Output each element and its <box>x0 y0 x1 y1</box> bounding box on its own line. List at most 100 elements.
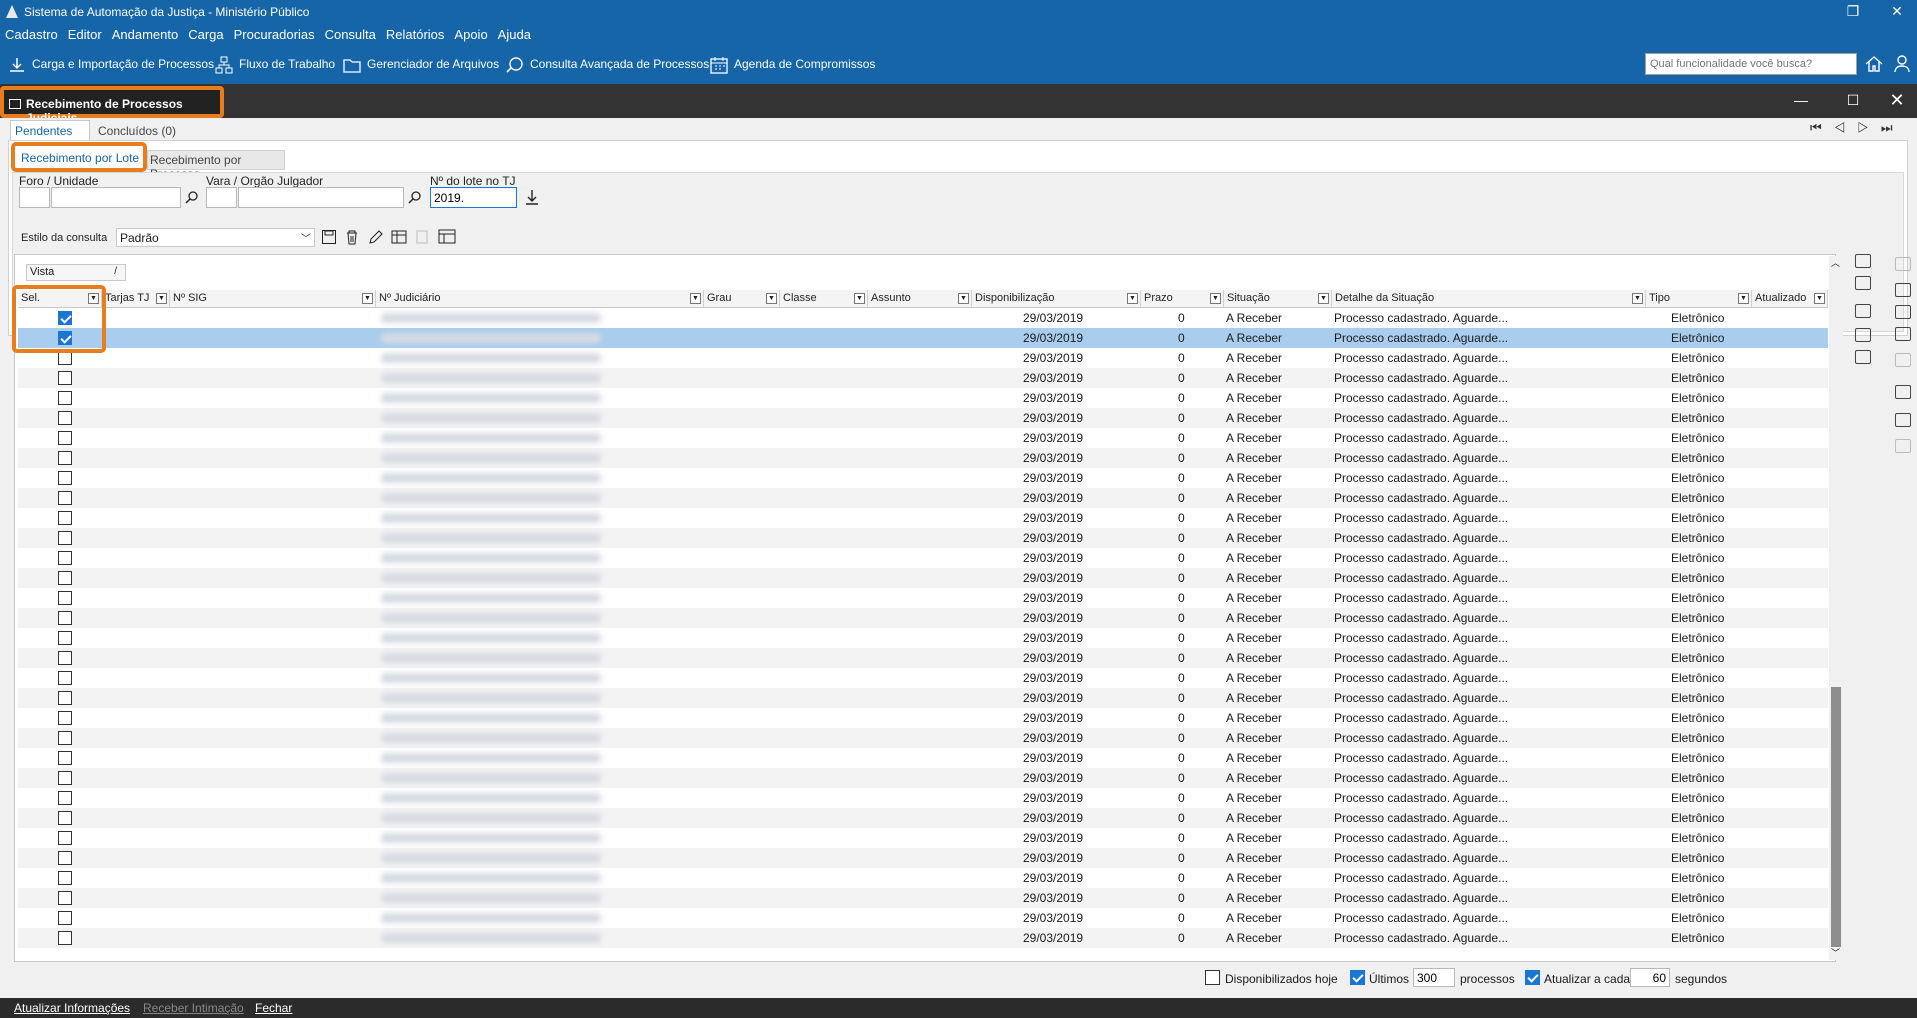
columns-icon[interactable] <box>391 229 407 245</box>
user-icon[interactable] <box>1893 54 1913 74</box>
table-row[interactable]: 29/03/2019 0 A Receber Processo cadastrado.… <box>18 788 1828 808</box>
table-row[interactable]: 29/03/2019 0 A Receber Processo cadastrado.… <box>18 388 1828 408</box>
column-header-prazo[interactable]: Prazo ▼ <box>1141 290 1224 308</box>
table-row[interactable]: 29/03/2019 0 A Receber Processo cadastrado.… <box>18 488 1828 508</box>
column-header-atualizado[interactable]: Atualizado ▼ <box>1752 290 1828 308</box>
table-row[interactable]: 29/03/2019 0 A Receber Processo cadastrado.… <box>18 588 1828 608</box>
prev-page-icon[interactable]: ◁ <box>1834 120 1858 135</box>
column-filter-dropdown-icon[interactable]: ▼ <box>854 293 865 304</box>
table-row[interactable]: 29/03/2019 0 A Receber Processo cadastrado.… <box>18 448 1828 468</box>
vara-search-icon[interactable] <box>408 190 422 204</box>
row-select-checkbox[interactable] <box>58 471 72 485</box>
menu-carga[interactable]: Carga <box>183 24 228 42</box>
row-select-checkbox[interactable] <box>58 411 72 425</box>
column-header-detalhe[interactable]: Detalhe da Situação ▼ <box>1332 290 1646 308</box>
menu-procuradorias[interactable]: Procuradorias <box>229 24 320 42</box>
row-select-checkbox[interactable] <box>58 391 72 405</box>
disponibilizados-checkbox[interactable] <box>1205 970 1220 985</box>
row-select-checkbox[interactable] <box>58 571 72 585</box>
column-filter-dropdown-icon[interactable]: ▼ <box>362 293 373 304</box>
consulta-button[interactable]: Consulta Avançada de Processos <box>506 54 709 76</box>
row-select-checkbox[interactable] <box>58 911 72 925</box>
vara-code-input[interactable] <box>206 187 237 208</box>
atualizar-informacoes-link[interactable]: Atualizar Informações <box>14 1001 130 1015</box>
column-filter-dropdown-icon[interactable]: ▼ <box>156 293 167 304</box>
grid-view-icon[interactable] <box>1855 304 1871 318</box>
minimize-doc-button[interactable]: — <box>1784 89 1818 113</box>
close-doc-button[interactable]: ✕ <box>1880 89 1914 113</box>
foro-name-input[interactable] <box>51 187 181 208</box>
save-icon[interactable] <box>321 229 337 245</box>
export-icon[interactable] <box>1855 350 1871 364</box>
maximize-doc-button[interactable]: ☐ <box>1836 89 1870 113</box>
column-header-classe[interactable]: Classe ▼ <box>780 290 868 308</box>
menu-ajuda[interactable]: Ajuda <box>493 24 536 42</box>
column-header-grau[interactable]: Grau ▼ <box>704 290 780 308</box>
row-select-checkbox[interactable] <box>58 871 72 885</box>
close-window-button[interactable]: ✕ <box>1880 0 1914 24</box>
table-row[interactable]: 29/03/2019 0 A Receber Processo cadastrado.… <box>18 748 1828 768</box>
table-row[interactable]: 29/03/2019 0 A Receber Processo cadastrado.… <box>18 688 1828 708</box>
table-row[interactable]: 29/03/2019 0 A Receber Processo cadastrado.… <box>18 708 1828 728</box>
table-row[interactable]: 29/03/2019 0 A Receber Processo cadastrado.… <box>18 768 1828 788</box>
column-filter-dropdown-icon[interactable]: ▼ <box>1738 293 1749 304</box>
row-select-checkbox[interactable] <box>58 931 72 945</box>
column-header-situacao[interactable]: Situação ▼ <box>1224 290 1332 308</box>
download-lote-icon[interactable] <box>525 188 539 206</box>
tab-concluidos[interactable]: Concluídos (0) <box>94 121 180 141</box>
column-header-tarjas[interactable]: Tarjas TJ ▼ <box>102 290 170 308</box>
row-select-checkbox[interactable] <box>58 491 72 505</box>
table-row[interactable]: 29/03/2019 0 A Receber Processo cadastrado.… <box>18 408 1828 428</box>
query-style-select[interactable]: Padrão ﹀ <box>116 228 315 247</box>
row-select-checkbox[interactable] <box>58 311 72 325</box>
table-row[interactable]: 29/03/2019 0 A Receber Processo cadastrado.… <box>18 328 1828 348</box>
foro-code-input[interactable] <box>19 187 50 208</box>
home-icon[interactable] <box>1864 54 1884 74</box>
table-row[interactable]: 29/03/2019 0 A Receber Processo cadastrado.… <box>18 568 1828 588</box>
row-select-checkbox[interactable] <box>58 631 72 645</box>
fechar-link[interactable]: Fechar <box>255 1001 292 1015</box>
table-row[interactable]: 29/03/2019 0 A Receber Processo cadastrado.… <box>18 828 1828 848</box>
table-row[interactable]: 29/03/2019 0 A Receber Processo cadastrado.… <box>18 648 1828 668</box>
search-doc-icon[interactable] <box>1895 413 1911 427</box>
doc-check-icon[interactable] <box>1895 283 1911 297</box>
row-select-checkbox[interactable] <box>58 451 72 465</box>
row-select-checkbox[interactable] <box>58 591 72 605</box>
table-row[interactable]: 29/03/2019 0 A Receber Processo cadastrado.… <box>18 348 1828 368</box>
row-select-checkbox[interactable] <box>58 431 72 445</box>
row-select-checkbox[interactable] <box>58 711 72 725</box>
vista-group-box[interactable]: Vista / <box>26 264 126 281</box>
column-header-disponibilizacao[interactable]: Disponibilização ▼ <box>972 290 1141 308</box>
agenda-button[interactable]: Agenda de Compromissos <box>710 54 875 76</box>
edit-icon[interactable] <box>368 229 384 245</box>
column-filter-dropdown-icon[interactable]: ▼ <box>1127 293 1138 304</box>
table-row[interactable]: 29/03/2019 0 A Receber Processo cadastrado.… <box>18 928 1828 948</box>
atualizar-checkbox[interactable] <box>1525 970 1540 985</box>
row-select-checkbox[interactable] <box>58 371 72 385</box>
row-select-checkbox[interactable] <box>58 511 72 525</box>
menu-apoio[interactable]: Apoio <box>449 24 492 42</box>
menu-andamento[interactable]: Andamento <box>107 24 184 42</box>
column-header-sig[interactable]: Nº SIG ▼ <box>170 290 376 308</box>
table-row[interactable]: 29/03/2019 0 A Receber Processo cadastrado.… <box>18 548 1828 568</box>
subtab-processo[interactable]: Recebimento por Processo <box>147 150 285 181</box>
row-select-checkbox[interactable] <box>58 891 72 905</box>
row-select-checkbox[interactable] <box>58 651 72 665</box>
vara-name-input[interactable] <box>238 187 404 208</box>
menu-cadastro[interactable]: Cadastro <box>0 24 63 42</box>
table-row[interactable]: 29/03/2019 0 A Receber Processo cadastrado.… <box>18 628 1828 648</box>
gerenciador-button[interactable]: Gerenciador de Arquivos <box>343 54 499 76</box>
column-filter-dropdown-icon[interactable]: ▼ <box>1318 293 1329 304</box>
row-select-checkbox[interactable] <box>58 671 72 685</box>
scroll-down-icon[interactable]: ﹀ <box>1831 946 1840 959</box>
column-filter-dropdown-icon[interactable]: ▼ <box>1814 293 1825 304</box>
first-page-icon[interactable]: ⏮ <box>1810 120 1834 135</box>
row-select-checkbox[interactable] <box>58 611 72 625</box>
copy-icon[interactable] <box>1895 305 1911 319</box>
column-header-assunto[interactable]: Assunto ▼ <box>868 290 972 308</box>
row-select-checkbox[interactable] <box>58 771 72 785</box>
table-row[interactable]: 29/03/2019 0 A Receber Processo cadastrado.… <box>18 508 1828 528</box>
list-view-icon[interactable] <box>1855 328 1871 342</box>
fluxo-button[interactable]: Fluxo de Trabalho <box>215 54 335 76</box>
column-header-judiciario[interactable]: Nº Judiciário ▼ <box>376 290 704 308</box>
